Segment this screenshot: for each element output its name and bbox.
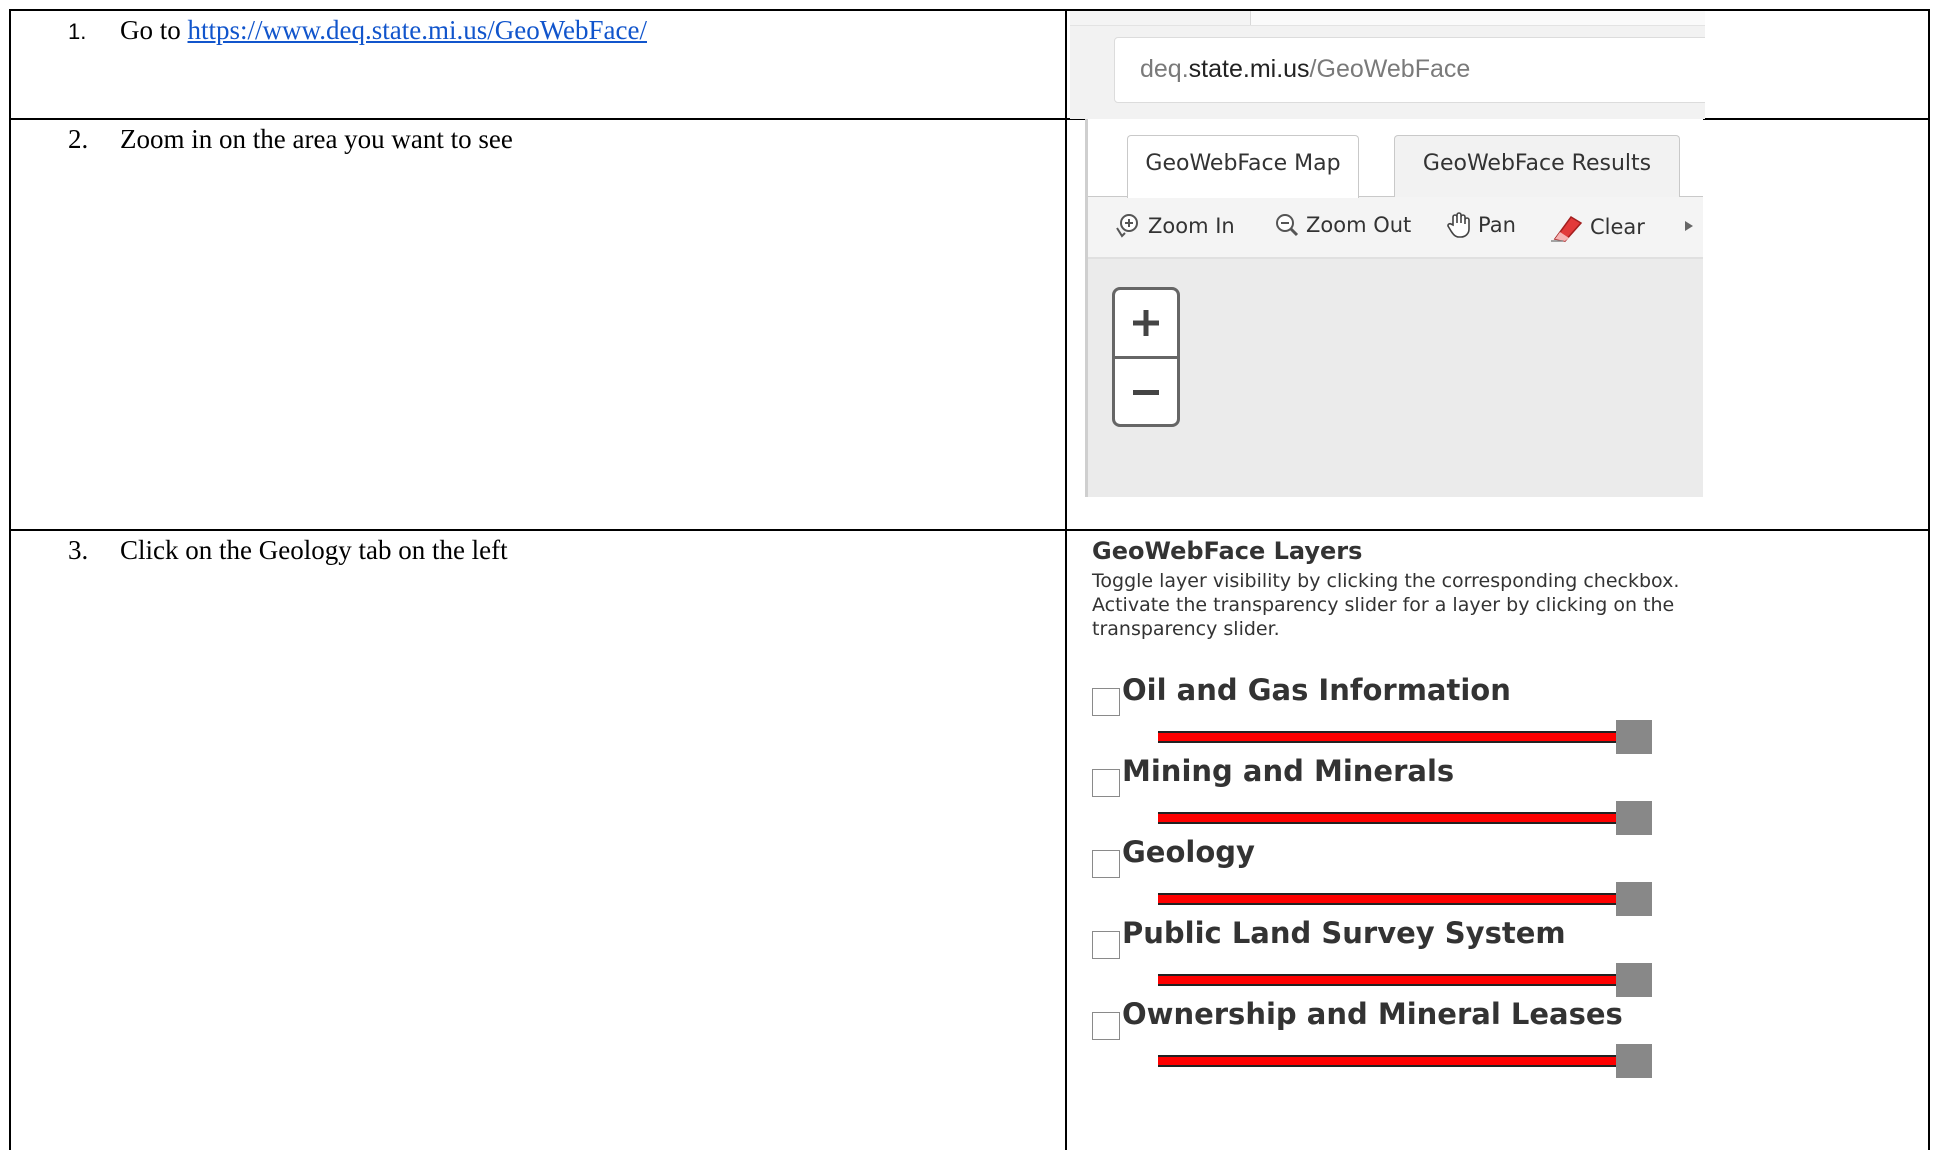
- transparency-slider-handle[interactable]: [1616, 801, 1652, 835]
- zoom-in-icon: [1116, 214, 1138, 238]
- arrow-right-icon: [1685, 221, 1693, 231]
- zoom-out-icon: [1276, 214, 1299, 237]
- transparency-slider-track[interactable]: [1158, 812, 1628, 824]
- transparency-slider-handle[interactable]: [1616, 882, 1652, 916]
- layer-mining-and-minerals: Mining and Minerals: [1092, 754, 1712, 835]
- layer-name: Geology: [1122, 835, 1255, 869]
- layer-name: Ownership and Mineral Leases: [1122, 997, 1623, 1031]
- geowebface-link[interactable]: https://www.deq.state.mi.us/GeoWebFace/: [188, 15, 648, 45]
- clear-label: Clear: [1590, 215, 1645, 239]
- step-text: Click on the Geology tab on the left: [120, 535, 508, 565]
- layer-checkbox[interactable]: [1092, 769, 1120, 797]
- transparency-slider-track[interactable]: [1158, 893, 1628, 905]
- plus-icon: [1133, 310, 1159, 336]
- transparency-slider-handle[interactable]: [1616, 720, 1652, 754]
- address-bar-screenshot: deq.state.mi.us/GeoWebFace: [1070, 11, 1705, 119]
- tab-geowebface-results[interactable]: GeoWebFace Results: [1394, 135, 1680, 197]
- layer-checkbox[interactable]: [1092, 1012, 1120, 1040]
- url-text: deq.state.mi.us/GeoWebFace: [1140, 55, 1471, 83]
- more-tools-button[interactable]: [1683, 219, 1700, 233]
- zoom-plus-button[interactable]: [1115, 290, 1177, 356]
- clear-button[interactable]: Clear: [1549, 211, 1645, 243]
- zoom-control: [1112, 287, 1180, 427]
- zoom-in-button[interactable]: Zoom In: [1113, 211, 1235, 241]
- transparency-slider-track[interactable]: [1158, 974, 1628, 986]
- layer-name: Mining and Minerals: [1122, 754, 1455, 788]
- pan-label: Pan: [1478, 213, 1516, 237]
- browser-top-strip: [1070, 11, 1705, 26]
- minus-icon: [1133, 390, 1159, 395]
- step-text: Zoom in on the area you want to see: [120, 124, 513, 154]
- layers-description: Toggle layer visibility by clicking the …: [1092, 570, 1680, 640]
- row-divider: [9, 529, 1930, 531]
- column-divider: [1065, 9, 1067, 1150]
- eraser-icon: [1551, 216, 1583, 242]
- step-number: 2.: [68, 124, 89, 154]
- tab-geowebface-map[interactable]: GeoWebFace Map: [1127, 135, 1359, 198]
- layer-checkbox[interactable]: [1092, 850, 1120, 878]
- step-number: 1.: [68, 19, 87, 44]
- pan-button[interactable]: Pan: [1445, 211, 1516, 239]
- map-toolbar: Zoom In Zoom Out Pan Clear: [1088, 197, 1703, 259]
- zoom-out-button[interactable]: Zoom Out: [1273, 211, 1411, 239]
- layer-ownership-and-mineral-leases: Ownership and Mineral Leases: [1092, 997, 1712, 1078]
- step-text: Go to: [120, 15, 188, 45]
- hand-icon: [1447, 212, 1470, 238]
- layer-public-land-survey: Public Land Survey System: [1092, 916, 1712, 997]
- transparency-slider-handle[interactable]: [1616, 1044, 1652, 1078]
- zoom-minus-button[interactable]: [1115, 359, 1177, 425]
- zoom-in-label: Zoom In: [1148, 214, 1235, 238]
- zoom-out-label: Zoom Out: [1306, 213, 1412, 237]
- layer-checkbox[interactable]: [1092, 688, 1120, 716]
- map-panel-screenshot: GeoWebFace Map GeoWebFace Results Zoom I…: [1085, 119, 1703, 497]
- map-view[interactable]: [1088, 259, 1703, 497]
- layer-name: Oil and Gas Information: [1122, 673, 1511, 707]
- transparency-slider-track[interactable]: [1158, 731, 1628, 743]
- step-number: 3.: [68, 535, 89, 565]
- step-1: 1. Go to https://www.deq.state.mi.us/GeoW…: [68, 14, 647, 48]
- layer-checkbox[interactable]: [1092, 931, 1120, 959]
- layers-panel-screenshot: GeoWebFace Layers Toggle layer visibilit…: [1082, 533, 1722, 1078]
- layer-geology: Geology: [1092, 835, 1712, 916]
- transparency-slider-handle[interactable]: [1616, 963, 1652, 997]
- layers-title: GeoWebFace Layers: [1092, 537, 1363, 565]
- step-3: 3. Click on the Geology tab on the left: [68, 534, 508, 566]
- transparency-slider-track[interactable]: [1158, 1055, 1628, 1067]
- step-2: 2. Zoom in on the area you want to see: [68, 123, 513, 155]
- layer-name: Public Land Survey System: [1122, 916, 1566, 950]
- layer-oil-and-gas: Oil and Gas Information: [1092, 673, 1712, 754]
